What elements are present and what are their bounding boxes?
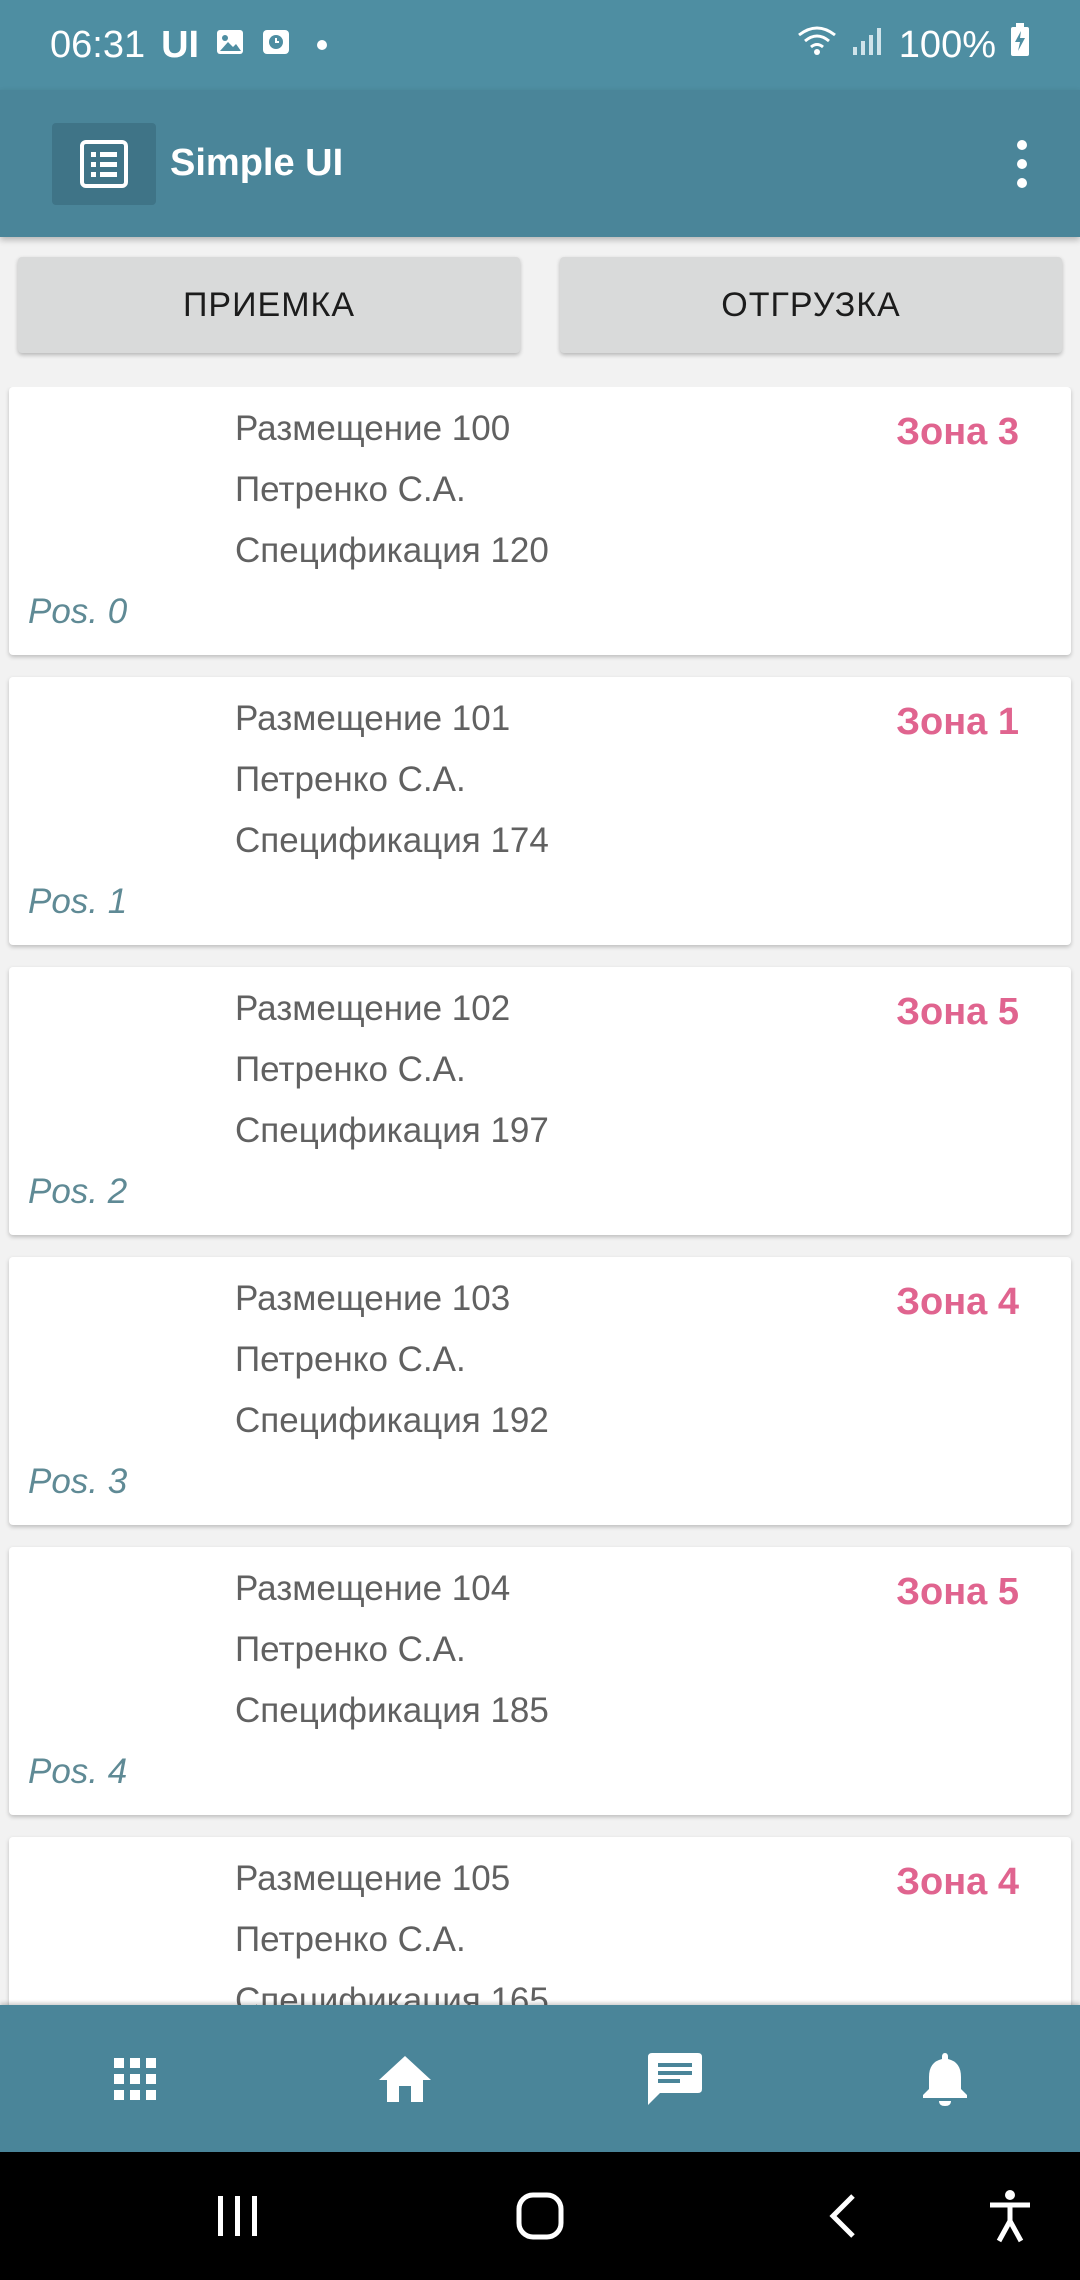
item-spec: Спецификация 185	[235, 1691, 549, 1730]
signal-icon	[851, 24, 885, 67]
list-item[interactable]: Размещение 105 Петренко С.А. Спецификаци…	[9, 1837, 1071, 2005]
item-placement: Размещение 103	[235, 1279, 511, 1318]
item-spec: Спецификация 174	[235, 821, 549, 860]
item-placement: Размещение 100	[235, 409, 511, 448]
app-title: Simple UI	[170, 142, 344, 184]
image-icon	[215, 24, 245, 67]
action-buttons: ПРИЕМКА ОТГРУЗКА	[0, 237, 1080, 377]
home-icon[interactable]	[270, 2005, 540, 2152]
item-placement: Размещение 101	[235, 699, 511, 738]
item-zone: Зона 1	[896, 701, 1019, 743]
item-person: Петренко С.А.	[235, 1340, 466, 1379]
status-bar: 06:31 UI 100%	[0, 0, 1080, 90]
item-person: Петренко С.А.	[235, 760, 466, 799]
list-icon[interactable]	[52, 122, 156, 205]
chat-icon[interactable]	[540, 2005, 810, 2152]
list-item[interactable]: Размещение 103 Петренко С.А. Спецификаци…	[9, 1257, 1071, 1525]
list-item[interactable]: Размещение 101 Петренко С.А. Спецификаци…	[9, 677, 1071, 945]
more-vert-icon[interactable]	[1002, 134, 1042, 194]
accessibility-icon[interactable]	[950, 2152, 1070, 2280]
back-icon[interactable]	[782, 2152, 902, 2280]
apps-grid-icon[interactable]	[0, 2005, 270, 2152]
item-person: Петренко С.А.	[235, 470, 466, 509]
placement-list: Размещение 100 Петренко С.А. Спецификаци…	[0, 387, 1080, 2005]
item-spec: Спецификация 165	[235, 1981, 549, 2005]
home-circle-icon[interactable]	[480, 2152, 600, 2280]
status-ui-text: UI	[161, 23, 200, 66]
recents-icon[interactable]	[178, 2152, 298, 2280]
item-pos: Pos. 2	[28, 1172, 128, 1211]
battery-percent: 100%	[898, 23, 996, 66]
item-person: Петренко С.А.	[235, 1630, 466, 1669]
item-spec: Спецификация 120	[235, 531, 549, 570]
status-bar-right: 100%	[797, 23, 1030, 67]
list-item[interactable]: Размещение 102 Петренко С.А. Спецификаци…	[9, 967, 1071, 1235]
item-placement: Размещение 102	[235, 989, 511, 1028]
item-zone: Зона 5	[896, 991, 1019, 1033]
battery-charging-icon	[1010, 23, 1030, 67]
system-navigation	[0, 2152, 1080, 2280]
item-person: Петренко С.А.	[235, 1920, 466, 1959]
item-pos: Pos. 3	[28, 1462, 128, 1501]
status-bar-left: 06:31 UI	[50, 23, 328, 67]
item-pos: Pos. 0	[28, 592, 128, 631]
status-time: 06:31	[50, 23, 146, 66]
item-spec: Спецификация 197	[235, 1111, 549, 1150]
receive-button[interactable]: ПРИЕМКА	[18, 257, 520, 353]
item-pos: Pos. 1	[28, 882, 128, 921]
item-pos: Pos. 4	[28, 1752, 128, 1791]
notification-dot	[317, 40, 328, 50]
list-item[interactable]: Размещение 104 Петренко С.А. Спецификаци…	[9, 1547, 1071, 1815]
item-zone: Зона 4	[896, 1861, 1019, 1903]
wifi-icon	[797, 24, 837, 67]
item-person: Петренко С.А.	[235, 1050, 466, 1089]
bottom-navigation	[0, 2005, 1080, 2152]
clock-badge-icon	[261, 24, 291, 67]
item-zone: Зона 3	[896, 411, 1019, 453]
item-zone: Зона 4	[896, 1281, 1019, 1323]
item-placement: Размещение 105	[235, 1859, 511, 1898]
bell-icon[interactable]	[810, 2005, 1080, 2152]
item-zone: Зона 5	[896, 1571, 1019, 1613]
item-spec: Спецификация 192	[235, 1401, 549, 1440]
item-placement: Размещение 104	[235, 1569, 511, 1608]
list-item[interactable]: Размещение 100 Петренко С.А. Спецификаци…	[9, 387, 1071, 655]
app-bar: Simple UI	[0, 90, 1080, 237]
ship-button[interactable]: ОТГРУЗКА	[560, 257, 1062, 353]
